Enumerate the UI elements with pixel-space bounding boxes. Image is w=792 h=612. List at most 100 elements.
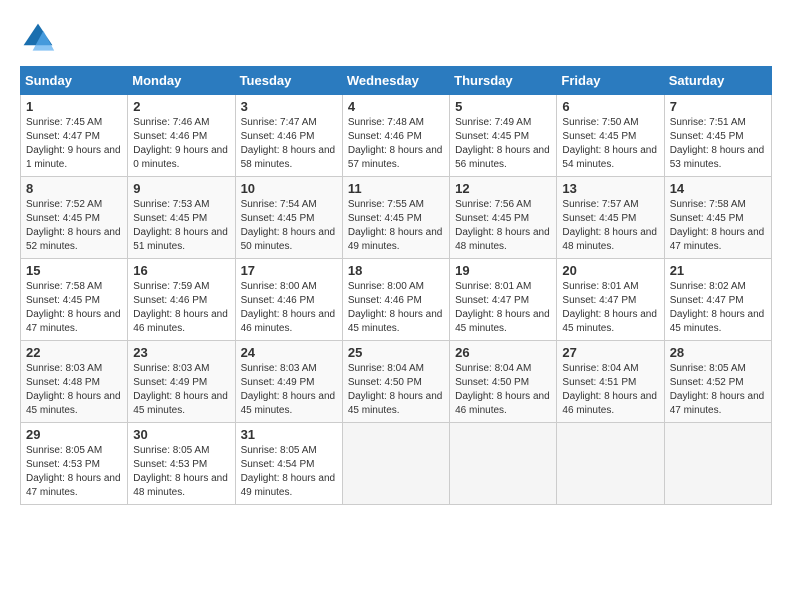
day-number: 28 [670,345,766,360]
calendar-day-19: 19 Sunrise: 8:01 AM Sunset: 4:47 PM Dayl… [450,259,557,341]
calendar-header-row: SundayMondayTuesdayWednesdayThursdayFrid… [21,67,772,95]
day-info: Sunrise: 7:55 AM Sunset: 4:45 PM Dayligh… [348,198,444,254]
day-number: 1 [26,99,122,114]
calendar-day-29: 29 Sunrise: 8:05 AM Sunset: 4:53 PM Dayl… [21,423,128,505]
calendar-empty [557,423,664,505]
calendar-day-21: 21 Sunrise: 8:02 AM Sunset: 4:47 PM Dayl… [664,259,771,341]
day-info: Sunrise: 7:49 AM Sunset: 4:45 PM Dayligh… [455,116,551,172]
day-info: Sunrise: 7:50 AM Sunset: 4:45 PM Dayligh… [562,116,658,172]
logo [20,20,60,56]
calendar-day-11: 11 Sunrise: 7:55 AM Sunset: 4:45 PM Dayl… [342,177,449,259]
day-number: 7 [670,99,766,114]
day-info: Sunrise: 8:02 AM Sunset: 4:47 PM Dayligh… [670,280,766,336]
day-number: 19 [455,263,551,278]
calendar-row: 8 Sunrise: 7:52 AM Sunset: 4:45 PM Dayli… [21,177,772,259]
day-info: Sunrise: 7:56 AM Sunset: 4:45 PM Dayligh… [455,198,551,254]
calendar-day-6: 6 Sunrise: 7:50 AM Sunset: 4:45 PM Dayli… [557,95,664,177]
calendar-day-23: 23 Sunrise: 8:03 AM Sunset: 4:49 PM Dayl… [128,341,235,423]
day-number: 15 [26,263,122,278]
day-info: Sunrise: 7:59 AM Sunset: 4:46 PM Dayligh… [133,280,229,336]
calendar-day-4: 4 Sunrise: 7:48 AM Sunset: 4:46 PM Dayli… [342,95,449,177]
day-info: Sunrise: 7:47 AM Sunset: 4:46 PM Dayligh… [241,116,337,172]
calendar-day-10: 10 Sunrise: 7:54 AM Sunset: 4:45 PM Dayl… [235,177,342,259]
day-number: 16 [133,263,229,278]
day-info: Sunrise: 8:01 AM Sunset: 4:47 PM Dayligh… [455,280,551,336]
day-number: 4 [348,99,444,114]
day-info: Sunrise: 7:45 AM Sunset: 4:47 PM Dayligh… [26,116,122,172]
day-info: Sunrise: 7:54 AM Sunset: 4:45 PM Dayligh… [241,198,337,254]
day-info: Sunrise: 8:04 AM Sunset: 4:51 PM Dayligh… [562,362,658,418]
day-number: 13 [562,181,658,196]
calendar-day-12: 12 Sunrise: 7:56 AM Sunset: 4:45 PM Dayl… [450,177,557,259]
day-info: Sunrise: 8:03 AM Sunset: 4:49 PM Dayligh… [241,362,337,418]
calendar-day-22: 22 Sunrise: 8:03 AM Sunset: 4:48 PM Dayl… [21,341,128,423]
day-number: 29 [26,427,122,442]
day-info: Sunrise: 8:04 AM Sunset: 4:50 PM Dayligh… [455,362,551,418]
calendar-header-tuesday: Tuesday [235,67,342,95]
day-info: Sunrise: 8:05 AM Sunset: 4:53 PM Dayligh… [26,444,122,500]
day-number: 3 [241,99,337,114]
calendar-day-13: 13 Sunrise: 7:57 AM Sunset: 4:45 PM Dayl… [557,177,664,259]
calendar-header-friday: Friday [557,67,664,95]
calendar-day-15: 15 Sunrise: 7:58 AM Sunset: 4:45 PM Dayl… [21,259,128,341]
calendar-day-30: 30 Sunrise: 8:05 AM Sunset: 4:53 PM Dayl… [128,423,235,505]
day-number: 21 [670,263,766,278]
calendar-day-28: 28 Sunrise: 8:05 AM Sunset: 4:52 PM Dayl… [664,341,771,423]
calendar-row: 15 Sunrise: 7:58 AM Sunset: 4:45 PM Dayl… [21,259,772,341]
calendar-header-thursday: Thursday [450,67,557,95]
day-info: Sunrise: 7:58 AM Sunset: 4:45 PM Dayligh… [670,198,766,254]
day-info: Sunrise: 8:05 AM Sunset: 4:52 PM Dayligh… [670,362,766,418]
day-number: 25 [348,345,444,360]
day-info: Sunrise: 8:03 AM Sunset: 4:48 PM Dayligh… [26,362,122,418]
day-info: Sunrise: 7:51 AM Sunset: 4:45 PM Dayligh… [670,116,766,172]
day-info: Sunrise: 7:52 AM Sunset: 4:45 PM Dayligh… [26,198,122,254]
day-info: Sunrise: 8:04 AM Sunset: 4:50 PM Dayligh… [348,362,444,418]
day-number: 6 [562,99,658,114]
day-number: 26 [455,345,551,360]
calendar-header-sunday: Sunday [21,67,128,95]
day-info: Sunrise: 7:53 AM Sunset: 4:45 PM Dayligh… [133,198,229,254]
day-number: 11 [348,181,444,196]
calendar-row: 1 Sunrise: 7:45 AM Sunset: 4:47 PM Dayli… [21,95,772,177]
day-number: 2 [133,99,229,114]
day-number: 5 [455,99,551,114]
day-info: Sunrise: 8:05 AM Sunset: 4:53 PM Dayligh… [133,444,229,500]
day-info: Sunrise: 7:58 AM Sunset: 4:45 PM Dayligh… [26,280,122,336]
day-info: Sunrise: 8:01 AM Sunset: 4:47 PM Dayligh… [562,280,658,336]
calendar-day-8: 8 Sunrise: 7:52 AM Sunset: 4:45 PM Dayli… [21,177,128,259]
logo-icon [20,20,56,56]
calendar-day-25: 25 Sunrise: 8:04 AM Sunset: 4:50 PM Dayl… [342,341,449,423]
day-info: Sunrise: 7:48 AM Sunset: 4:46 PM Dayligh… [348,116,444,172]
calendar-empty [342,423,449,505]
day-info: Sunrise: 7:46 AM Sunset: 4:46 PM Dayligh… [133,116,229,172]
day-number: 12 [455,181,551,196]
calendar-day-17: 17 Sunrise: 8:00 AM Sunset: 4:46 PM Dayl… [235,259,342,341]
calendar-table: SundayMondayTuesdayWednesdayThursdayFrid… [20,66,772,505]
calendar-day-27: 27 Sunrise: 8:04 AM Sunset: 4:51 PM Dayl… [557,341,664,423]
calendar-day-31: 31 Sunrise: 8:05 AM Sunset: 4:54 PM Dayl… [235,423,342,505]
calendar-day-3: 3 Sunrise: 7:47 AM Sunset: 4:46 PM Dayli… [235,95,342,177]
calendar-day-9: 9 Sunrise: 7:53 AM Sunset: 4:45 PM Dayli… [128,177,235,259]
calendar-day-20: 20 Sunrise: 8:01 AM Sunset: 4:47 PM Dayl… [557,259,664,341]
day-number: 22 [26,345,122,360]
calendar-empty [664,423,771,505]
day-number: 27 [562,345,658,360]
calendar-header-saturday: Saturday [664,67,771,95]
day-number: 8 [26,181,122,196]
day-number: 20 [562,263,658,278]
day-number: 10 [241,181,337,196]
day-info: Sunrise: 8:03 AM Sunset: 4:49 PM Dayligh… [133,362,229,418]
calendar-row: 29 Sunrise: 8:05 AM Sunset: 4:53 PM Dayl… [21,423,772,505]
calendar-header-wednesday: Wednesday [342,67,449,95]
day-info: Sunrise: 8:00 AM Sunset: 4:46 PM Dayligh… [348,280,444,336]
calendar-day-16: 16 Sunrise: 7:59 AM Sunset: 4:46 PM Dayl… [128,259,235,341]
header [20,20,772,56]
calendar-day-5: 5 Sunrise: 7:49 AM Sunset: 4:45 PM Dayli… [450,95,557,177]
calendar-empty [450,423,557,505]
calendar-row: 22 Sunrise: 8:03 AM Sunset: 4:48 PM Dayl… [21,341,772,423]
day-number: 24 [241,345,337,360]
day-number: 31 [241,427,337,442]
day-number: 18 [348,263,444,278]
calendar-day-18: 18 Sunrise: 8:00 AM Sunset: 4:46 PM Dayl… [342,259,449,341]
day-number: 14 [670,181,766,196]
